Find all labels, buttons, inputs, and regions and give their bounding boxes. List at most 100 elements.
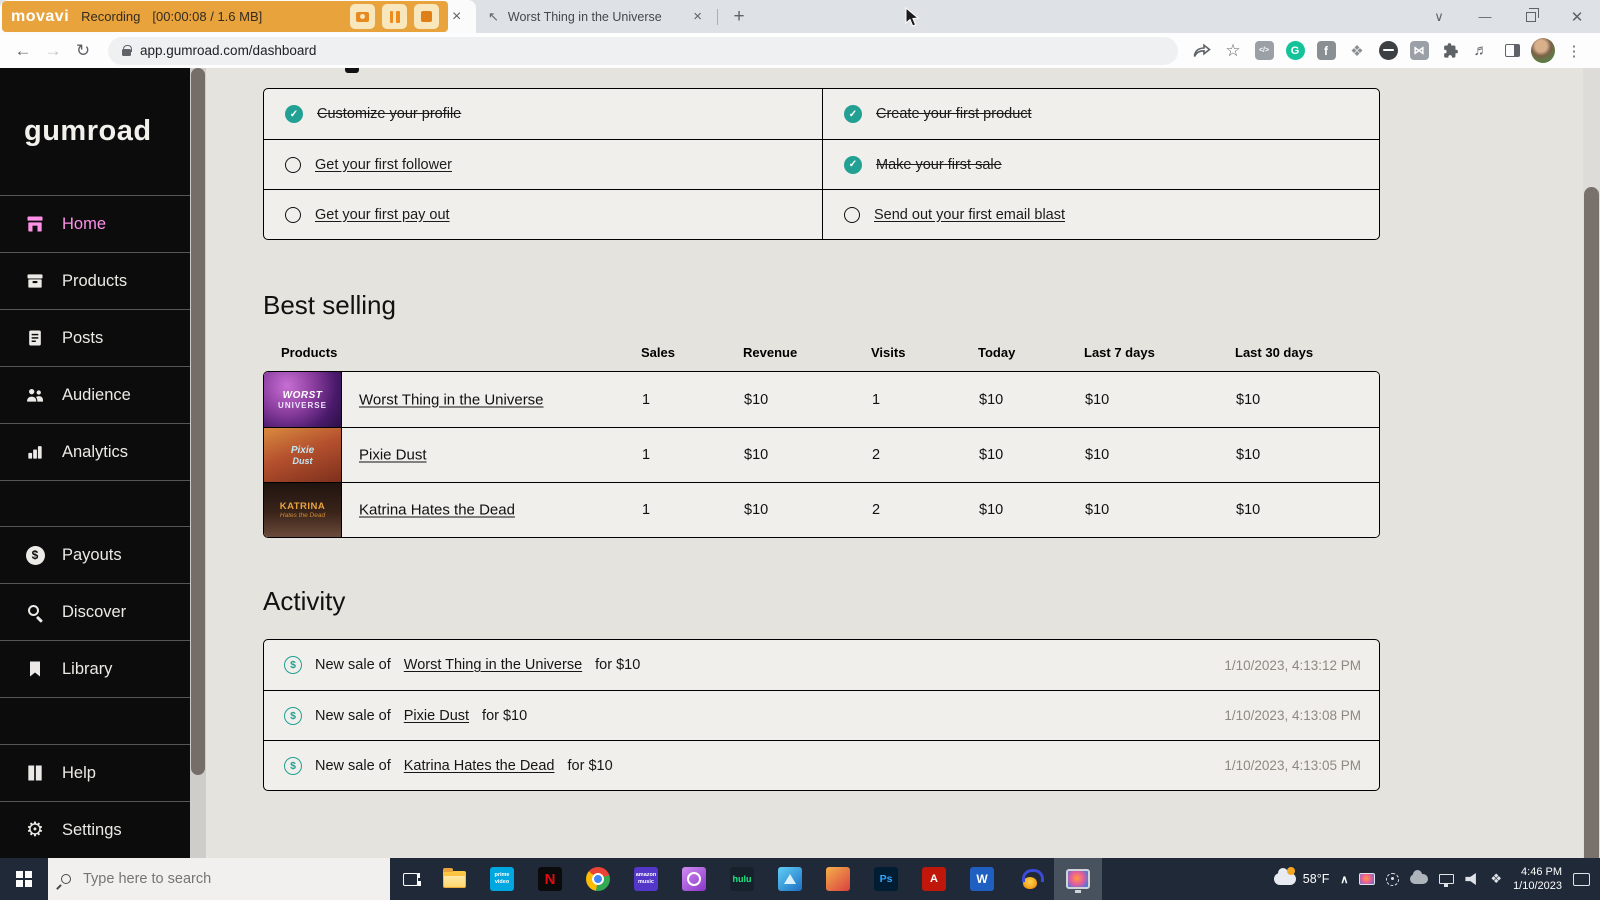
product-thumbnail[interactable]: WORST UNIVERSE: [264, 372, 342, 427]
product-link[interactable]: Worst Thing in the Universe: [404, 657, 582, 673]
tab-search-chevron-icon[interactable]: ∨: [1416, 0, 1462, 33]
action-center-icon[interactable]: [1573, 872, 1590, 886]
browser-toolbar: ← → ↻ app.gumroad.com/dashboard ☆ </> G …: [0, 33, 1600, 68]
sidebar-item-payouts[interactable]: $ Payouts: [0, 526, 190, 583]
new-tab-button[interactable]: +: [726, 4, 752, 30]
file-explorer-button[interactable]: [430, 858, 478, 900]
profile-avatar[interactable]: [1531, 38, 1555, 63]
photoshop-button[interactable]: Ps: [862, 858, 910, 900]
sidebar-item-analytics[interactable]: Analytics: [0, 423, 190, 480]
timestamp: 1/10/2023, 4:13:12 PM: [1224, 657, 1361, 673]
weather-temp: 58°F: [1302, 872, 1330, 886]
side-panel-button[interactable]: [1500, 39, 1524, 63]
chrome-button[interactable]: [574, 858, 622, 900]
extension-butterfly[interactable]: ⋈: [1407, 39, 1431, 63]
column-visits: Visits: [871, 345, 906, 360]
affinity-photo-button[interactable]: [670, 858, 718, 900]
word-button[interactable]: W: [958, 858, 1006, 900]
audacity-button[interactable]: [1006, 858, 1054, 900]
back-button[interactable]: ←: [10, 38, 36, 64]
restore-button[interactable]: [1508, 0, 1554, 33]
checklist-item[interactable]: ✓ Make your first sale: [822, 139, 1379, 189]
network-icon[interactable]: [1439, 874, 1455, 887]
stop-recording-button[interactable]: [414, 4, 439, 29]
people-icon: [25, 385, 45, 405]
extension-dropbox[interactable]: ❖: [1345, 39, 1369, 63]
taskbar-search[interactable]: [48, 858, 390, 900]
tray-overflow-chevron[interactable]: ∧: [1340, 873, 1348, 886]
pause-recording-button[interactable]: [382, 4, 407, 29]
sidebar-item-discover[interactable]: Discover: [0, 583, 190, 640]
last30-value: $10: [1236, 447, 1261, 463]
sidebar-item-help[interactable]: Help: [0, 744, 190, 801]
browser-titlebar: movavi Recording [00:00:08 / 1.6 MB] × ↖…: [0, 0, 1600, 33]
lock-icon[interactable]: [122, 45, 132, 56]
sidebar-item-products[interactable]: Products: [0, 252, 190, 309]
checklist-item[interactable]: ✓ Customize your profile: [264, 89, 822, 139]
empty-circle-icon: [844, 206, 860, 223]
screenshot-button[interactable]: [350, 4, 375, 29]
tray-record-icon[interactable]: [1386, 872, 1400, 886]
sidebar-scrollbar-thumb[interactable]: [191, 68, 205, 775]
media-playlist-button[interactable]: ♬: [1469, 39, 1493, 63]
onedrive-icon[interactable]: [1410, 870, 1429, 884]
close-button[interactable]: ✕: [1554, 0, 1600, 33]
visits-value: 2: [872, 502, 881, 518]
forward-button[interactable]: →: [40, 38, 66, 64]
browser-menu-button[interactable]: ⋮: [1562, 39, 1586, 63]
taskbar-weather[interactable]: 58°F: [1273, 867, 1330, 886]
product-link[interactable]: Pixie Dust: [359, 447, 427, 464]
extension-facebook[interactable]: f: [1314, 39, 1338, 63]
tab-worst-thing[interactable]: ↖ Worst Thing in the Universe ×: [482, 0, 708, 33]
acrobat-button[interactable]: A: [910, 858, 958, 900]
checklist-item[interactable]: ✓ Create your first product: [822, 89, 1379, 139]
taskbar-clock[interactable]: 4:46 PM 1/10/2023: [1513, 865, 1562, 894]
sidebar-item-library[interactable]: Library: [0, 640, 190, 697]
sidebar-item-posts[interactable]: Posts: [0, 309, 190, 366]
product-link[interactable]: Katrina Hates the Dead: [404, 758, 555, 774]
incognito-icon: [1378, 41, 1398, 60]
active-tab-close-button[interactable]: ×: [452, 0, 461, 33]
product-thumbnail[interactable]: KATRINA Hates the Dead: [264, 483, 342, 537]
product-thumbnail[interactable]: Pixie Dust: [264, 428, 342, 482]
share-button[interactable]: [1190, 39, 1214, 63]
sidebar-item-settings[interactable]: ⚙ Settings: [0, 801, 190, 858]
gumroad-logo[interactable]: gumroad: [24, 115, 152, 148]
product-link[interactable]: Katrina Hates the Dead: [359, 502, 515, 519]
checklist-item[interactable]: Send out your first email blast: [822, 189, 1379, 239]
prime-video-button[interactable]: prime video: [478, 858, 526, 900]
search-input[interactable]: [83, 871, 383, 887]
sidebar-item-home[interactable]: Home: [0, 195, 190, 252]
extension-code[interactable]: </>: [1252, 39, 1276, 63]
extensions-menu-button[interactable]: [1438, 39, 1462, 63]
last7-value: $10: [1085, 391, 1110, 408]
product-link[interactable]: Pixie Dust: [404, 708, 469, 724]
minimize-button[interactable]: —: [1462, 0, 1508, 33]
checklist-item[interactable]: Get your first pay out: [264, 189, 822, 239]
tray-monitor-icon[interactable]: [1359, 873, 1376, 885]
hulu-button[interactable]: hulu: [718, 858, 766, 900]
movavi-recorder-button[interactable]: [1054, 858, 1102, 900]
extension-incognito[interactable]: [1376, 39, 1400, 63]
affinity-publisher-button[interactable]: [814, 858, 862, 900]
tab-title: Worst Thing in the Universe: [507, 9, 662, 24]
reload-button[interactable]: ↻: [70, 38, 96, 64]
extension-grammarly[interactable]: G: [1283, 39, 1307, 63]
tab-close-button[interactable]: ×: [693, 8, 702, 25]
affinity-designer-button[interactable]: [766, 858, 814, 900]
playlist-icon: ♬: [1473, 42, 1489, 59]
netflix-button[interactable]: N: [526, 858, 574, 900]
checklist-item[interactable]: Get your first follower: [264, 139, 822, 189]
page-scrollbar-thumb[interactable]: [1584, 187, 1599, 858]
volume-icon[interactable]: [1465, 873, 1476, 885]
task-view-button[interactable]: [390, 858, 430, 900]
column-last30: Last 30 days: [1235, 345, 1314, 360]
sale-dollar-icon: $: [284, 656, 302, 674]
sidebar-item-audience[interactable]: Audience: [0, 366, 190, 423]
product-link[interactable]: Worst Thing in the Universe: [359, 391, 544, 408]
amazon-music-button[interactable]: amazon music: [622, 858, 670, 900]
start-button[interactable]: [0, 858, 48, 900]
address-bar[interactable]: app.gumroad.com/dashboard: [108, 36, 1178, 65]
dropbox-tray-icon[interactable]: ❖: [1490, 871, 1502, 887]
bookmark-star-button[interactable]: ☆: [1221, 39, 1245, 63]
